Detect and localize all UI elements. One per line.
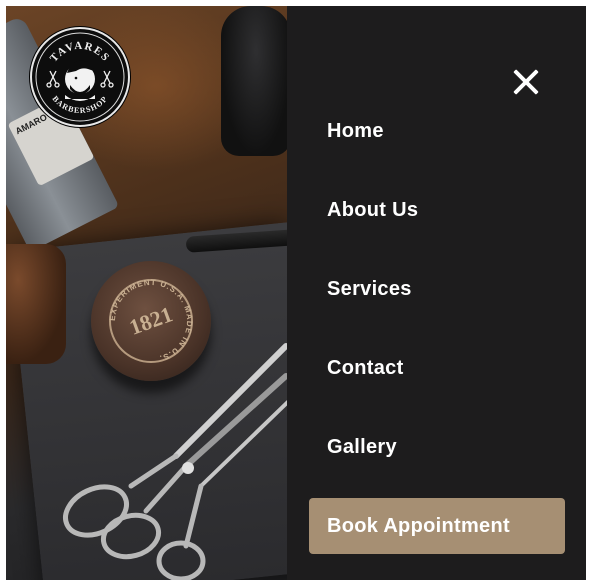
close-icon[interactable] [513, 69, 539, 95]
nav-item-about-us[interactable]: About Us [327, 199, 418, 222]
nav-item-home[interactable]: Home [327, 120, 384, 143]
brand-logo[interactable]: TAVARES BARBERSHOP [30, 27, 130, 127]
app-frame: AMARO EXPERIMENT U.S.A. MADE IN U.S. 182… [6, 6, 586, 580]
statue-figure [221, 6, 291, 156]
barber-head-icon [65, 60, 95, 101]
book-appointment-label: Book Appointment [327, 514, 510, 537]
hero-photo: AMARO EXPERIMENT U.S.A. MADE IN U.S. 182… [6, 6, 324, 580]
nav-menu-panel: Home About Us Services Contact Gallery B… [287, 6, 586, 580]
svg-text:BARBERSHOP: BARBERSHOP [51, 94, 110, 115]
logo-brand-text: TAVARES [48, 40, 111, 65]
nav-item-services[interactable]: Services [327, 278, 412, 301]
logo-art: TAVARES BARBERSHOP [35, 32, 125, 122]
svg-text:TAVARES: TAVARES [48, 40, 112, 65]
book-appointment-button[interactable]: Book Appointment [309, 498, 565, 554]
logo-subtitle-text: BARBERSHOP [51, 94, 109, 115]
nav-item-gallery[interactable]: Gallery [327, 436, 397, 459]
tin-number: 1821 [126, 301, 176, 340]
scissors-image [63, 343, 296, 580]
nav-item-contact[interactable]: Contact [327, 357, 404, 380]
